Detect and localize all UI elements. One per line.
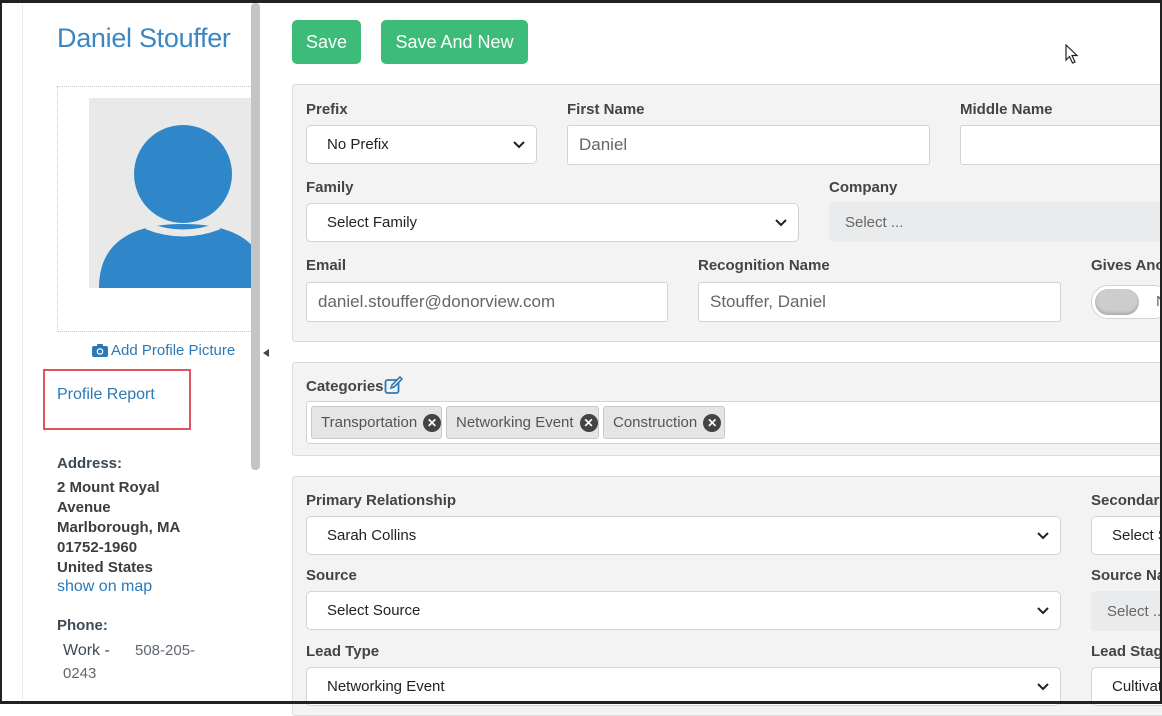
company-label: Company <box>829 179 898 196</box>
phone-number: 508-205- <box>135 642 196 659</box>
family-label: Family <box>306 179 354 196</box>
show-on-map-link[interactable]: show on map <box>57 578 152 596</box>
phone-number-continued: 0243 <box>63 665 97 682</box>
address-line: Marlborough, MA <box>57 519 181 536</box>
category-tag-label: Networking Event <box>456 414 574 431</box>
chevron-down-icon <box>775 219 787 227</box>
source-name-label: Source Na <box>1091 567 1162 584</box>
source-name-select[interactable]: Select ... <box>1091 591 1162 631</box>
categories-label: Categories <box>306 378 384 395</box>
category-tag: Construction ✕ <box>603 406 725 439</box>
address-line: 01752-1960 <box>57 539 138 556</box>
chevron-down-icon <box>1037 532 1049 540</box>
avatar-silhouette-icon <box>99 125 256 288</box>
primary-relationship-select[interactable]: Sarah Collins <box>306 516 1061 555</box>
edit-categories-icon[interactable] <box>384 376 403 395</box>
first-name-input[interactable]: Daniel <box>567 125 930 165</box>
category-tag: Networking Event ✕ <box>446 406 599 439</box>
middle-name-label: Middle Name <box>960 101 1053 118</box>
remove-tag-icon[interactable]: ✕ <box>579 413 598 432</box>
secondary-relationship-select[interactable]: Select S <box>1091 516 1162 555</box>
remove-tag-icon[interactable]: ✕ <box>703 413 722 432</box>
address-line: 2 Mount Royal <box>57 479 160 496</box>
profile-report-link[interactable]: Profile Report <box>57 386 155 404</box>
email-input[interactable]: daniel.stouffer@donorview.com <box>306 282 668 322</box>
collapse-sidebar-arrow-icon[interactable] <box>263 349 269 357</box>
prefix-label: Prefix <box>306 101 348 118</box>
primary-relationship-value: Sarah Collins <box>327 527 417 544</box>
primary-relationship-label: Primary Relationship <box>306 492 457 509</box>
address-label: Address: <box>57 455 123 472</box>
profile-photo-frame <box>57 86 257 332</box>
camera-icon <box>92 344 108 357</box>
mouse-cursor-icon <box>1065 44 1079 64</box>
category-tag: Transportation ✕ <box>311 406 442 439</box>
lead-type-select[interactable]: Networking Event <box>306 667 1061 706</box>
remove-tag-icon[interactable]: ✕ <box>423 413 441 432</box>
lead-stage-label: Lead Stage <box>1091 643 1162 660</box>
lead-type-label: Lead Type <box>306 643 380 660</box>
first-name-label: First Name <box>567 101 645 118</box>
gives-anonymously-toggle[interactable]: N <box>1091 285 1162 319</box>
lead-type-value: Networking Event <box>327 678 445 695</box>
family-value: Select Family <box>327 214 418 231</box>
sidebar-edge <box>22 3 23 701</box>
lead-stage-select[interactable]: Cultivat <box>1091 667 1162 706</box>
address-line: Avenue <box>57 499 111 516</box>
category-tag-label: Transportation <box>321 414 418 431</box>
middle-name-input[interactable] <box>960 125 1162 165</box>
email-label: Email <box>306 257 347 274</box>
add-profile-picture-label: Add Profile Picture <box>111 342 236 359</box>
secondary-relationship-value: Select S <box>1112 527 1162 544</box>
phone-label: Phone: <box>57 617 108 634</box>
toggle-knob <box>1095 289 1139 315</box>
company-select[interactable]: Select ... <box>829 202 1162 242</box>
secondary-relationship-label: Secondary <box>1091 492 1162 509</box>
chevron-down-icon <box>1037 683 1049 691</box>
prefix-select[interactable]: No Prefix <box>306 125 537 164</box>
save-and-new-button[interactable]: Save And New <box>381 20 528 64</box>
category-tag-label: Construction <box>613 414 698 431</box>
family-select[interactable]: Select Family <box>306 203 799 242</box>
source-select[interactable]: Select Source <box>306 591 1061 630</box>
prefix-value: No Prefix <box>327 136 389 153</box>
sidebar-scrollbar[interactable] <box>251 3 260 470</box>
avatar-placeholder <box>89 98 256 288</box>
phone-type: Work - <box>63 642 110 659</box>
person-name: Daniel Stouffer <box>57 23 231 53</box>
add-profile-picture-link[interactable]: Add Profile Picture <box>92 342 235 359</box>
source-label: Source <box>306 567 357 584</box>
recognition-name-label: Recognition Name <box>698 257 830 274</box>
chevron-down-icon <box>1037 607 1049 615</box>
save-button[interactable]: Save <box>292 20 361 64</box>
source-value: Select Source <box>327 602 421 619</box>
gives-anonymously-label: Gives Ano <box>1091 257 1162 274</box>
recognition-name-input[interactable]: Stouffer, Daniel <box>698 282 1061 322</box>
address-line: United States <box>57 559 153 576</box>
lead-stage-value: Cultivat <box>1112 678 1162 695</box>
chevron-down-icon <box>513 141 525 149</box>
